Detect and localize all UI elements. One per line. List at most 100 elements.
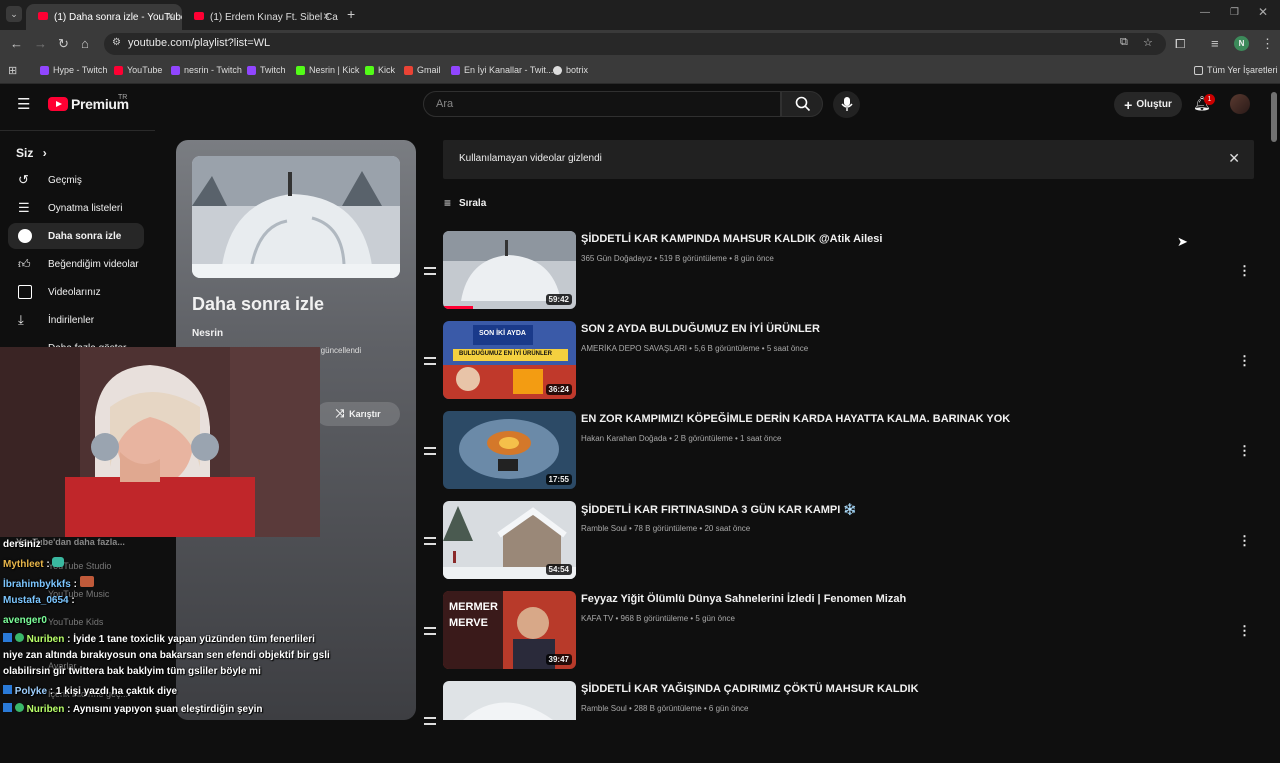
apps-grid-icon[interactable]: ⊞: [8, 64, 17, 77]
page-scrollbar[interactable]: [1271, 92, 1277, 142]
install-app-icon[interactable]: ⧉: [1120, 36, 1128, 49]
verified-badge-icon: [14, 633, 24, 642]
minimize-icon[interactable]: —: [1200, 7, 1210, 18]
bookmark-twitch[interactable]: Twitch: [247, 65, 286, 75]
extensions-icon[interactable]: ⧠: [1175, 36, 1185, 52]
site-info-icon[interactable]: ⚙: [112, 37, 121, 48]
bookmark-star-icon[interactable]: ☆: [1143, 36, 1153, 49]
drag-handle-icon[interactable]: [424, 627, 436, 635]
list-item[interactable]: ŞİDDETLİ KAR YAĞIŞINDA ÇADIRIMIZ ÇÖKTÜ M…: [420, 681, 1254, 763]
list-item[interactable]: 59:42 ŞİDDETLİ KAR KAMPINDA MAHSUR KALDI…: [420, 231, 1254, 313]
chat-text: olabilirsin gir twittera bak baklyim tüm…: [3, 666, 261, 677]
hamburger-menu-icon[interactable]: ☰: [17, 95, 30, 113]
bookmark-en-iyi-kanallar[interactable]: En İyi Kanallar - Twit...: [451, 65, 553, 75]
chat-text: :: [43, 559, 50, 570]
thumbnail-text-line2: MERVE: [449, 617, 488, 629]
home-icon[interactable]: ⌂: [81, 36, 89, 51]
video-title[interactable]: ŞİDDETLİ KAR YAĞIŞINDA ÇADIRIMIZ ÇÖKTÜ M…: [581, 683, 919, 695]
video-title[interactable]: ŞİDDETLİ KAR KAMPINDA MAHSUR KALDIK @Ati…: [581, 233, 882, 245]
bookmark-nesrin-twitch[interactable]: nesrin - Twitch: [171, 65, 242, 75]
video-thumbnail[interactable]: [443, 681, 576, 720]
drag-handle-icon[interactable]: [424, 537, 436, 545]
list-item[interactable]: 17:55 EN ZOR KAMPIMIZ! KÖPEĞİMLE DERİN K…: [420, 411, 1254, 493]
video-duration: 39:47: [545, 654, 572, 665]
streamer-webcam-overlay: [0, 347, 320, 537]
tab-list-chevron-icon[interactable]: ⌄: [6, 6, 22, 22]
search-button[interactable]: [781, 91, 823, 117]
chat-message: İbrahimbykkfs :: [3, 576, 94, 590]
more-actions-icon[interactable]: ⋮: [1238, 263, 1251, 279]
sidebar-item-playlists[interactable]: ☰ Oynatma listeleri: [8, 195, 144, 221]
video-thumbnail[interactable]: 17:55: [443, 411, 576, 489]
search-input[interactable]: Ara: [423, 91, 781, 117]
video-title[interactable]: Feyyaz Yiğit Ölümlü Dünya Sahnelerini İz…: [581, 593, 906, 605]
emote-icon: [52, 557, 65, 567]
window-close-icon[interactable]: ✕: [1258, 5, 1268, 19]
browser-menu-icon[interactable]: ⋮: [1261, 36, 1274, 52]
video-thumbnail[interactable]: MERMER MERVE 39:47: [443, 591, 576, 669]
drag-handle-icon[interactable]: [424, 447, 436, 455]
close-icon[interactable]: ✕: [1228, 150, 1240, 167]
drag-handle-icon[interactable]: [424, 717, 436, 725]
chat-text: :: [70, 579, 77, 590]
video-title[interactable]: ŞİDDETLİ KAR FIRTINASINDA 3 GÜN KAR KAMP…: [581, 503, 857, 516]
more-actions-icon[interactable]: ⋮: [1238, 533, 1251, 549]
drag-handle-icon[interactable]: [424, 357, 436, 365]
chat-username: Polyke: [14, 686, 48, 697]
restore-icon[interactable]: ❐: [1230, 7, 1239, 18]
voice-search-button[interactable]: [833, 91, 860, 118]
list-item[interactable]: MERMER MERVE 39:47 Feyyaz Yiğit Ölümlü D…: [420, 591, 1254, 673]
reload-icon[interactable]: ↻: [58, 36, 69, 52]
sidebar-item-youtube-kids[interactable]: YouTube Kids: [48, 617, 103, 627]
chat-username: Mythleet: [3, 559, 44, 570]
back-icon[interactable]: ←: [10, 36, 23, 51]
shuffle-button[interactable]: ⤨ Karıştır: [316, 402, 400, 426]
sidebar-divider: [0, 130, 155, 131]
close-tab-icon[interactable]: ×: [167, 9, 174, 23]
video-thumbnail[interactable]: 59:42: [443, 231, 576, 309]
account-avatar[interactable]: [1230, 94, 1250, 114]
all-bookmarks-folder[interactable]: Tüm Yer İşaretleri: [1194, 65, 1278, 75]
drag-handle-icon[interactable]: [424, 267, 436, 275]
playlist-owner[interactable]: Nesrin: [192, 328, 223, 339]
more-actions-icon[interactable]: ⋮: [1238, 353, 1251, 369]
tab-watch-later[interactable]: (1) Daha sonra izle - YouTube ×: [26, 4, 182, 30]
bookmark-hype-twitch[interactable]: Hype - Twitch: [40, 65, 107, 75]
sidebar-item-your-videos[interactable]: Videolarınız: [8, 279, 144, 305]
bookmark-kick[interactable]: Kick: [365, 65, 395, 75]
more-actions-icon[interactable]: ⋮: [1238, 443, 1251, 459]
video-thumbnail[interactable]: 54:54: [443, 501, 576, 579]
download-icon: ⤓: [18, 312, 24, 327]
more-actions-icon[interactable]: ⋮: [1238, 623, 1251, 639]
list-item[interactable]: 54:54 ŞİDDETLİ KAR FIRTINASINDA 3 GÜN KA…: [420, 501, 1254, 583]
video-title[interactable]: SON 2 AYDA BULDUĞUMUZ EN İYİ ÜRÜNLER: [581, 323, 820, 335]
create-button[interactable]: + Oluştur: [1114, 92, 1182, 117]
close-tab-icon[interactable]: ×: [323, 9, 330, 23]
video-title[interactable]: EN ZOR KAMPIMIZ! KÖPEĞİMLE DERİN KARDA H…: [581, 413, 1010, 425]
list-item[interactable]: SON İKİ AYDA BULDUĞUMUZ EN İYİ ÜRÜNLER 3…: [420, 321, 1254, 403]
sort-button[interactable]: ≡ Sırala: [444, 196, 486, 210]
playlist-cover-thumbnail[interactable]: [192, 156, 400, 278]
chat-text: : Aynısını yapıyon şuan eleştirdiğin şey…: [64, 704, 263, 715]
bookmark-gmail[interactable]: Gmail: [404, 65, 441, 75]
playlists-icon: ☰: [18, 200, 30, 215]
chat-username: avenger0: [3, 615, 47, 626]
profile-avatar[interactable]: N: [1234, 36, 1249, 51]
bookmark-botrix[interactable]: botrix: [553, 65, 588, 75]
browser-tab-bar: ⌄ (1) Daha sonra izle - YouTube × (1) Er…: [0, 0, 1280, 30]
sidebar-item-downloads[interactable]: ⤓ İndirilenler: [8, 307, 144, 333]
url-field[interactable]: ⚙ youtube.com/playlist?list=WL ⧉ ☆: [104, 33, 1166, 55]
sidebar-item-liked-videos[interactable]: 👍︎ Beğendiğim videolar: [8, 251, 144, 277]
sort-label: Sırala: [459, 197, 487, 209]
forward-icon[interactable]: →: [34, 36, 47, 51]
bookmark-nesrin-kick[interactable]: Nesrin | Kick: [296, 65, 359, 75]
video-thumbnail[interactable]: SON İKİ AYDA BULDUĞUMUZ EN İYİ ÜRÜNLER 3…: [443, 321, 576, 399]
tab-erdem-kinay[interactable]: (1) Erdem Kınay Ft. Sibel Can - ×: [182, 4, 338, 30]
media-control-icon[interactable]: ≡: [1211, 36, 1219, 51]
sidebar-item-history[interactable]: ↺ Geçmiş: [8, 167, 144, 193]
sidebar-section-you[interactable]: Siz ›: [16, 146, 47, 160]
sidebar-item-watch-later[interactable]: Daha sonra izle: [8, 223, 144, 249]
new-tab-icon[interactable]: +: [347, 6, 355, 22]
bookmark-youtube[interactable]: YouTube: [114, 65, 162, 75]
play-square-icon: [18, 285, 32, 299]
